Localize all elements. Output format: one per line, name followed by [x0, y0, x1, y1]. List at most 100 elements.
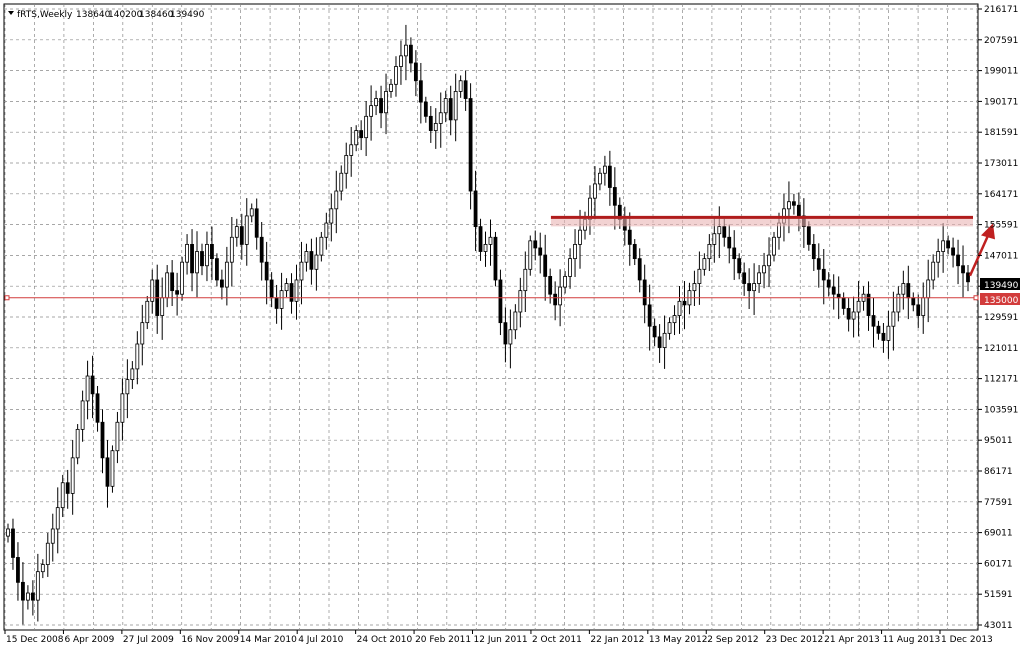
candle-body: [359, 130, 364, 139]
candle-body: [533, 240, 538, 249]
candle-body: [647, 304, 652, 327]
current-price-label: 139490: [984, 281, 1019, 291]
candle-body: [747, 283, 752, 292]
candle: [891, 291, 896, 351]
candle-body: [896, 293, 901, 313]
candle: [354, 125, 359, 152]
candle-body: [662, 332, 667, 348]
candle-body: [528, 240, 533, 270]
candle: [702, 253, 707, 276]
candle-body: [130, 368, 135, 380]
candle-body: [374, 98, 378, 107]
candle: [602, 155, 607, 186]
candle: [428, 106, 433, 143]
y-tick-label: 181591: [984, 128, 1018, 138]
candle-body: [468, 98, 473, 192]
candle-body: [170, 272, 175, 292]
candle: [110, 445, 115, 493]
candles: [6, 24, 970, 625]
y-tick-label: 95011: [984, 436, 1013, 446]
candle-body: [269, 279, 274, 299]
y-axis: 216171 207591 199011 190171 181591 173011 1641…: [978, 5, 1018, 631]
chart-header: fRTS,Weekly 138640 140200 138460 139490: [8, 10, 205, 20]
candle: [732, 230, 737, 280]
candle-body: [767, 254, 771, 267]
candle: [518, 277, 523, 328]
candle: [80, 390, 85, 442]
candle: [264, 241, 269, 305]
candle-body: [916, 304, 921, 316]
y-tick-label: 199011: [984, 67, 1018, 77]
candle: [418, 62, 423, 124]
candle: [95, 385, 100, 432]
x-tick-label: 14 Mar 2010: [240, 635, 297, 645]
candle: [911, 292, 916, 312]
candle: [115, 411, 120, 464]
candle-body: [284, 283, 289, 292]
candle: [652, 318, 657, 347]
candle-body: [21, 581, 25, 601]
candle: [961, 245, 965, 298]
candle: [384, 73, 388, 135]
candle: [538, 232, 543, 274]
candle: [493, 231, 498, 287]
candle-body: [712, 233, 717, 245]
candle-body: [120, 393, 125, 423]
chevron-down-icon[interactable]: [8, 11, 14, 15]
candle: [503, 307, 508, 363]
candle: [637, 248, 642, 293]
ohlc-high: 140200: [108, 10, 143, 20]
y-tick-label: 155591: [984, 221, 1018, 231]
candle: [21, 562, 25, 625]
candle-body: [219, 279, 224, 288]
candle-body: [55, 507, 60, 530]
candle-body: [85, 375, 90, 402]
x-tick-label: 21 Apr 2013: [824, 635, 880, 645]
candle-body: [523, 268, 528, 292]
candle-body: [627, 229, 632, 245]
candle-body: [518, 290, 523, 313]
candle: [543, 234, 548, 301]
candle: [523, 251, 528, 312]
candle: [344, 142, 349, 189]
candle: [304, 243, 309, 272]
candle-body: [737, 258, 742, 274]
y-tick-label: 164171: [984, 190, 1018, 200]
candle: [966, 265, 970, 292]
candle: [851, 296, 856, 338]
level-price-label: 135000: [984, 296, 1019, 306]
x-tick-label: 22 Jan 2012: [590, 635, 644, 645]
candle: [404, 24, 408, 81]
ohlc-open: 138640: [76, 10, 111, 20]
x-tick-label: 12 Jun 2011: [474, 635, 528, 645]
y-tick-label: 112171: [984, 375, 1018, 385]
candle-body: [926, 279, 931, 299]
candle: [727, 224, 732, 264]
candle-body: [165, 272, 170, 299]
candle: [334, 170, 339, 234]
x-tick-label: 2 Sep 2012: [707, 635, 758, 645]
candle-body: [548, 276, 553, 295]
candle-body: [105, 457, 110, 487]
candle: [374, 90, 378, 116]
candle: [956, 239, 960, 285]
candle-body: [941, 240, 946, 252]
candle-body: [632, 243, 637, 260]
candle-body: [274, 297, 279, 309]
candle: [75, 424, 80, 465]
candle-body: [598, 172, 602, 185]
candle: [742, 262, 747, 296]
candle-body: [951, 247, 955, 256]
candle-body: [433, 123, 438, 131]
candle: [697, 251, 702, 305]
candle: [488, 219, 493, 266]
candle-body: [692, 283, 697, 292]
chart-area: 216171 207591 199011 190171 181591 173011 1641…: [0, 0, 1024, 650]
candle: [339, 165, 344, 201]
candle: [359, 120, 364, 151]
candle: [155, 264, 160, 334]
candle: [185, 234, 189, 275]
candle: [747, 268, 752, 309]
candle-body: [458, 80, 463, 92]
candle-body: [110, 450, 115, 487]
